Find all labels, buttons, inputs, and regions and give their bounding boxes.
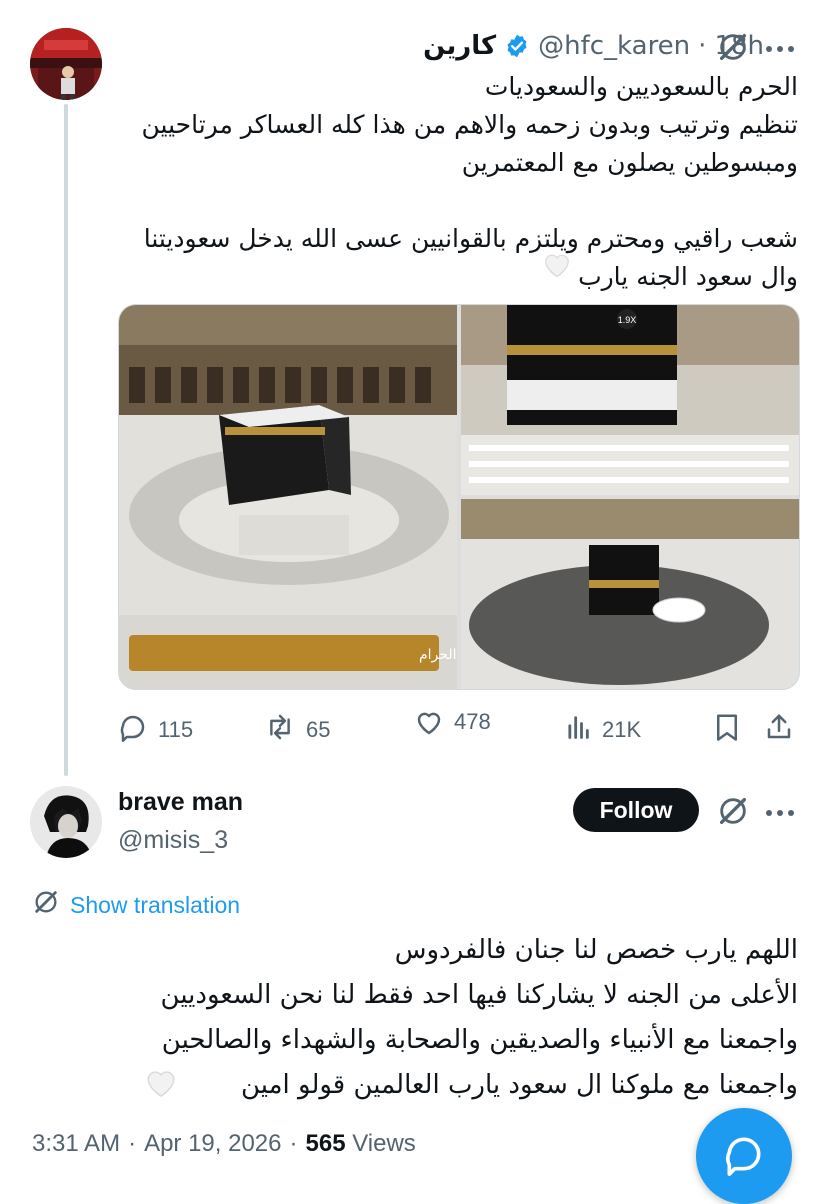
reply-more-icon[interactable] xyxy=(764,804,796,823)
handle[interactable]: @hfc_karen xyxy=(538,31,690,61)
follow-button[interactable]: Follow xyxy=(573,788,699,832)
bookmark-button[interactable] xyxy=(714,712,740,748)
meta-separator: · xyxy=(128,1130,137,1157)
media-speed-badge: 1.9X xyxy=(618,315,637,325)
show-translation-link[interactable]: Show translation xyxy=(32,888,240,922)
reply-icon xyxy=(118,712,148,748)
views-icon xyxy=(564,712,592,748)
media-left-image[interactable]: نقل صلاة الظهر من بيت الله الحرام 1.9X xyxy=(119,305,799,689)
translate-icon xyxy=(32,888,60,922)
reply-time[interactable]: 3:31 AM xyxy=(32,1130,120,1158)
reply-display-name[interactable]: brave man xyxy=(118,788,243,817)
repost-icon xyxy=(264,712,296,748)
reply-views-label: Views xyxy=(352,1130,416,1157)
avatar[interactable] xyxy=(30,28,102,100)
share-icon xyxy=(764,712,794,748)
repost-count: 65 xyxy=(306,717,331,742)
reply-avatar[interactable] xyxy=(30,786,102,858)
meta-separator: · xyxy=(289,1130,298,1157)
reply-meta: 3:31 AM · Apr 19, 2026 · 565 Views xyxy=(32,1130,416,1158)
show-translation-label: Show translation xyxy=(70,891,241,918)
compose-reply-button[interactable] xyxy=(696,1108,792,1204)
separator-dot: · xyxy=(698,31,707,61)
views-count: 21K xyxy=(602,717,642,742)
media-grid[interactable]: نقل صلاة الظهر من بيت الله الحرام 1.9X xyxy=(118,304,800,690)
compose-reply-icon xyxy=(722,1132,766,1180)
display-name[interactable]: كارين xyxy=(423,31,496,61)
like-icon xyxy=(414,708,444,744)
like-button[interactable]: 478 xyxy=(414,708,491,744)
like-count: 478 xyxy=(454,709,491,734)
bookmark-icon xyxy=(714,712,740,748)
reply-handle[interactable]: @misis_3 xyxy=(118,826,228,855)
reply-date[interactable]: Apr 19, 2026 xyxy=(144,1130,281,1158)
reply-views-count: 565 xyxy=(305,1130,346,1157)
white-heart-icon xyxy=(542,250,572,282)
grok-icon[interactable] xyxy=(716,30,750,68)
share-button[interactable] xyxy=(764,712,794,748)
repost-button[interactable]: 65 xyxy=(264,712,330,748)
reply-white-heart-icon xyxy=(144,1066,178,1102)
reply-count: 115 xyxy=(158,717,194,742)
more-icon[interactable] xyxy=(764,40,796,59)
reply-grok-icon[interactable] xyxy=(716,794,750,832)
tweet-text: الحرم بالسعوديين والسعوديات تنظيم وترتيب… xyxy=(141,72,798,291)
verified-badge-icon xyxy=(504,33,530,59)
reply-button[interactable]: 115 xyxy=(118,712,193,748)
views-button[interactable]: 21K xyxy=(564,712,641,748)
thread-line xyxy=(64,104,68,776)
tweet-header: كارين @hfc_karen · 18h xyxy=(423,28,764,64)
